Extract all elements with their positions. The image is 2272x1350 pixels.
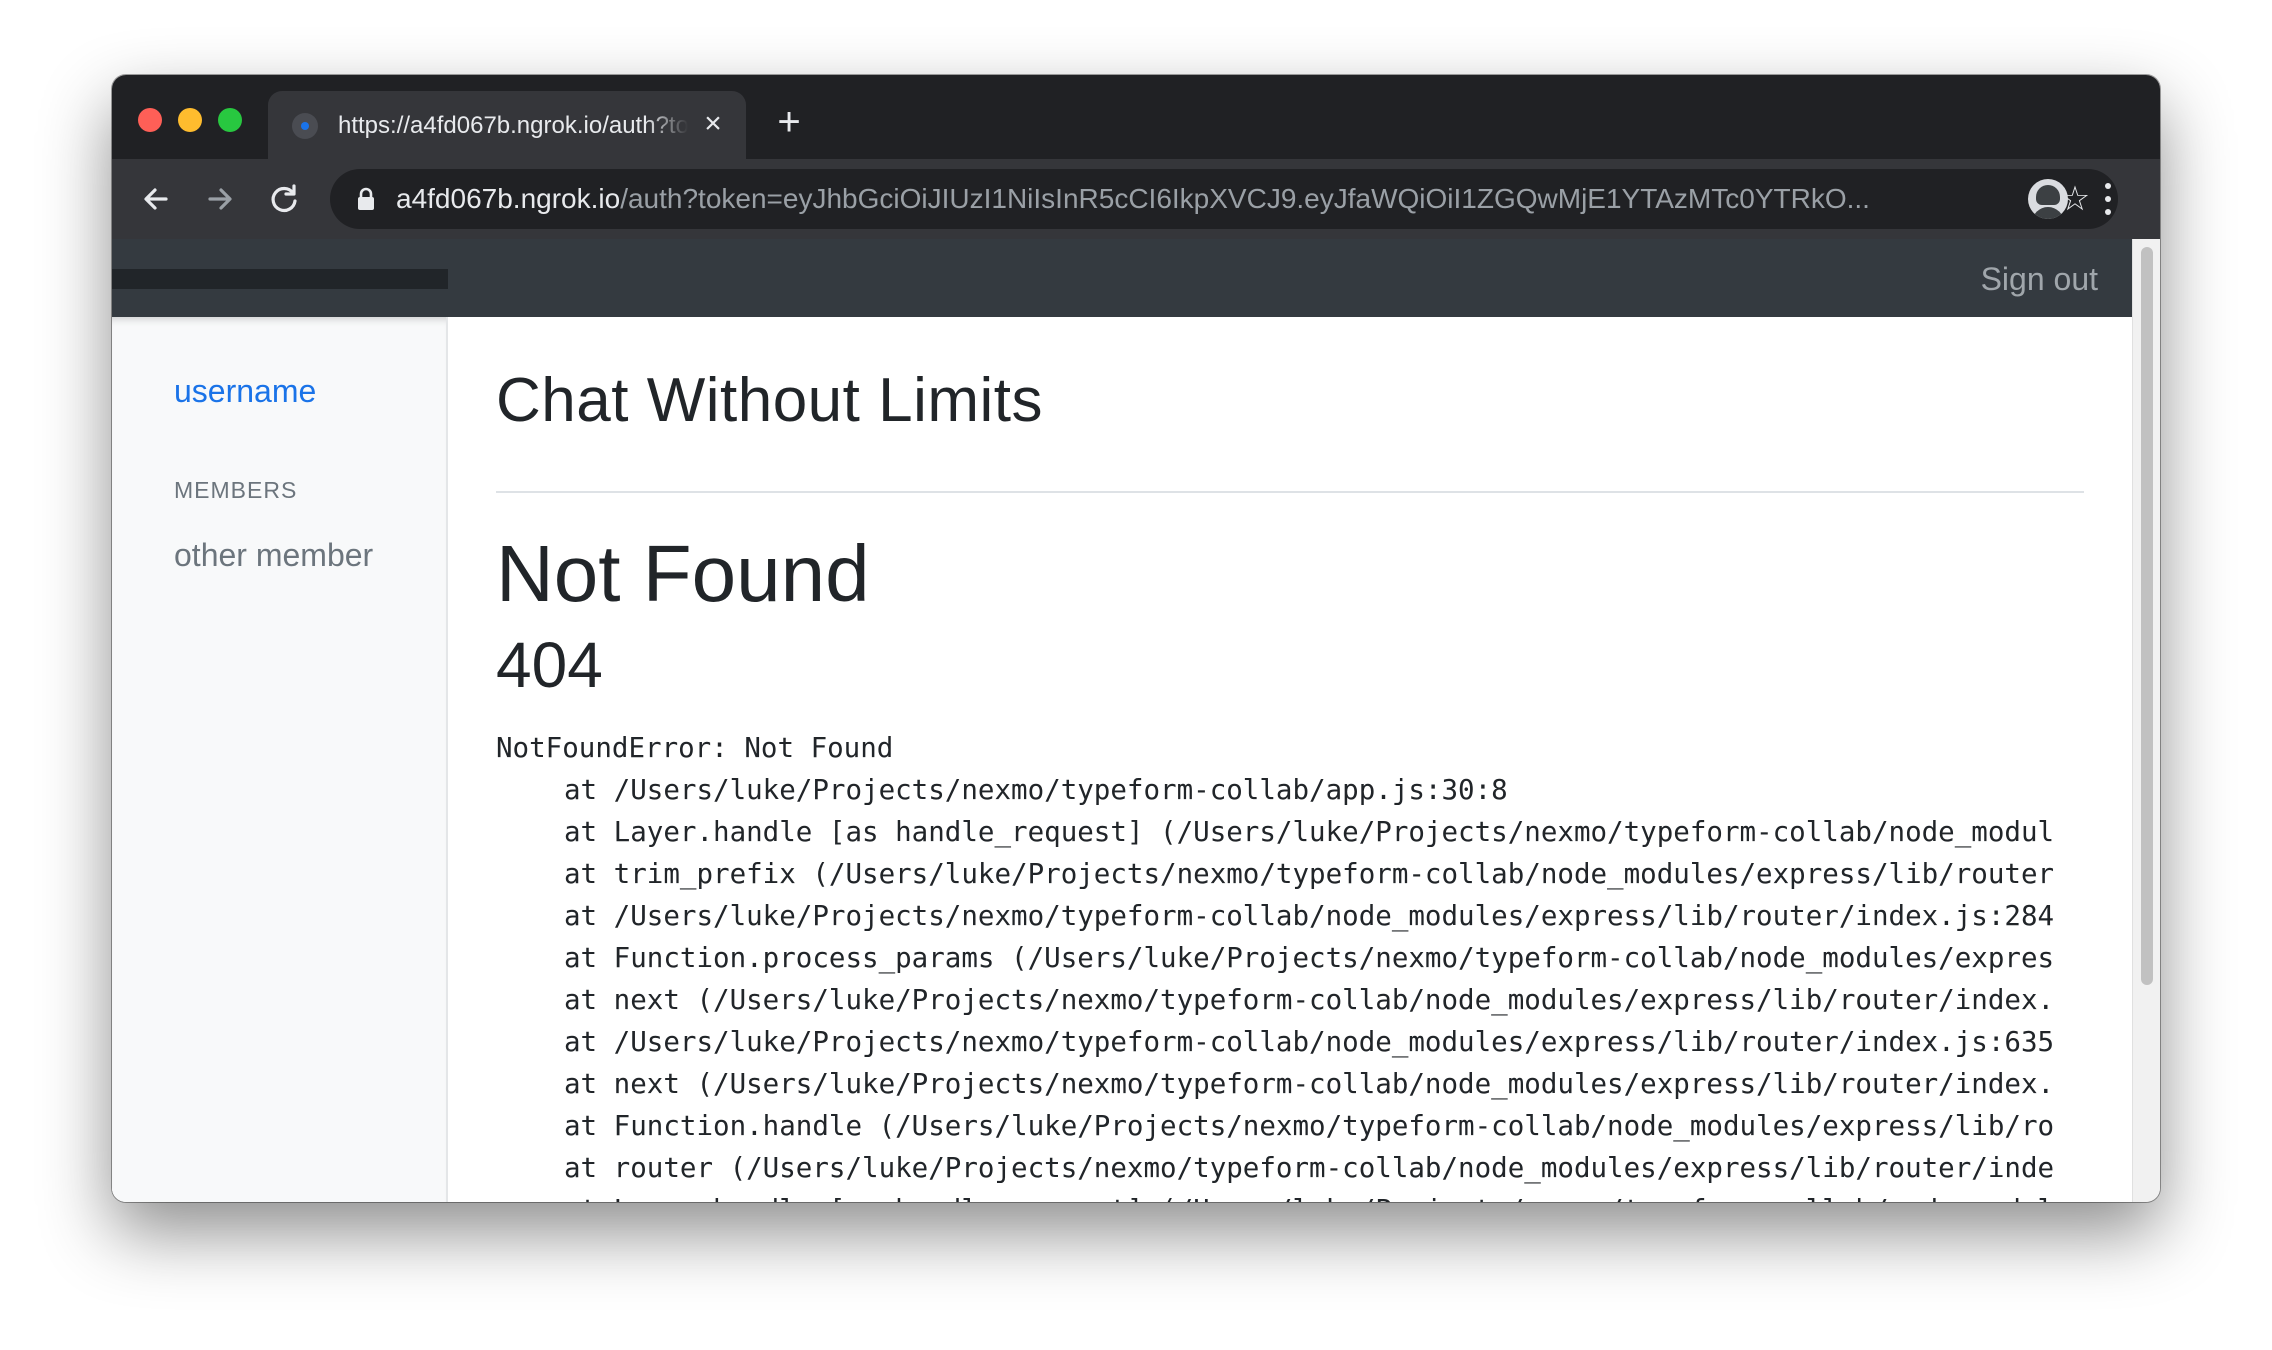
stack-frame: at next (/Users/luke/Projects/nexmo/type…: [564, 984, 2055, 1016]
stack-frame: at /Users/luke/Projects/nexmo/typeform-c…: [564, 1026, 2055, 1058]
stack-frame: at Function.process_params (/Users/luke/…: [564, 942, 2055, 974]
tab-title: https://a4fd067b.ngrok.io/auth?token=eyJ…: [338, 112, 688, 139]
tab-strip: https://a4fd067b.ngrok.io/auth?token=eyJ…: [112, 75, 2160, 159]
stack-error-line: NotFoundError: Not Found: [496, 732, 894, 764]
error-message: Not Found: [496, 529, 870, 618]
page-title: Chat Without Limits: [496, 366, 1044, 435]
sidebar-member-item[interactable]: other member: [174, 535, 373, 575]
members-heading: MEMBERS: [174, 477, 298, 503]
reload-icon[interactable]: [264, 179, 304, 219]
error-stack-trace: NotFoundError: Not Found at /Users/luke/P…: [496, 727, 2086, 1202]
profile-avatar-icon[interactable]: [2028, 179, 2068, 219]
app-navbar: Sign out: [112, 239, 2132, 317]
navbar-brand[interactable]: [112, 269, 448, 289]
browser-toolbar: a4fd067b.ngrok.io/auth?token=eyJhbGciOiJ…: [112, 159, 2160, 239]
error-status: 404: [496, 629, 603, 701]
stack-frame: at Function.handle (/Users/luke/Projects…: [564, 1110, 2055, 1142]
url-text[interactable]: a4fd067b.ngrok.io/auth?token=eyJhbGciOiJ…: [396, 183, 1976, 217]
stack-frame: at /Users/luke/Projects/nexmo/typeform-c…: [564, 900, 2055, 932]
stack-frame: at trim_prefix (/Users/luke/Projects/nex…: [564, 858, 2055, 890]
more-vert-icon[interactable]: [2098, 179, 2118, 219]
main-content: Chat Without Limits Not Found 404 NotFou…: [496, 317, 2086, 1202]
url-path: /auth?token=eyJhbGciOiJIUzI1NiIsInR5cCI6…: [620, 183, 1870, 214]
signout-link[interactable]: Sign out: [1981, 259, 2098, 299]
sidebar: username MEMBERS other member: [112, 317, 448, 1202]
browser-window: https://a4fd067b.ngrok.io/auth?token=eyJ…: [112, 75, 2160, 1202]
minimize-window-button[interactable]: [178, 108, 202, 132]
title-divider: [496, 491, 2084, 493]
favicon-icon: [292, 113, 318, 139]
stack-frame: at /Users/luke/Projects/nexmo/typeform-c…: [564, 774, 1508, 806]
address-bar[interactable]: a4fd067b.ngrok.io/auth?token=eyJhbGciOiJ…: [330, 169, 2118, 229]
stack-frame: at Layer.handle [as handle_request] (/Us…: [496, 1189, 2086, 1202]
zoom-window-button[interactable]: [218, 108, 242, 132]
close-window-button[interactable]: [138, 108, 162, 132]
stack-frame: at Layer.handle [as handle_request] (/Us…: [564, 816, 2055, 848]
close-icon[interactable]: ×: [698, 109, 728, 139]
back-arrow-icon[interactable]: [136, 179, 176, 219]
forward-arrow-icon[interactable]: [200, 179, 240, 219]
stack-frame: at next (/Users/luke/Projects/nexmo/type…: [564, 1068, 2055, 1100]
url-host: a4fd067b.ngrok.io: [396, 183, 621, 214]
sidebar-user-link[interactable]: username: [174, 371, 316, 411]
active-tab[interactable]: https://a4fd067b.ngrok.io/auth?token=eyJ…: [268, 91, 746, 159]
stack-frame: at router (/Users/luke/Projects/nexmo/ty…: [564, 1152, 2055, 1184]
page-viewport: Sign out username MEMBERS other member C…: [112, 239, 2132, 1202]
lock-icon[interactable]: [352, 185, 380, 213]
vertical-scrollbar[interactable]: [2132, 239, 2160, 1202]
scrollbar-thumb[interactable]: [2141, 247, 2153, 985]
plus-icon[interactable]: +: [772, 102, 806, 142]
